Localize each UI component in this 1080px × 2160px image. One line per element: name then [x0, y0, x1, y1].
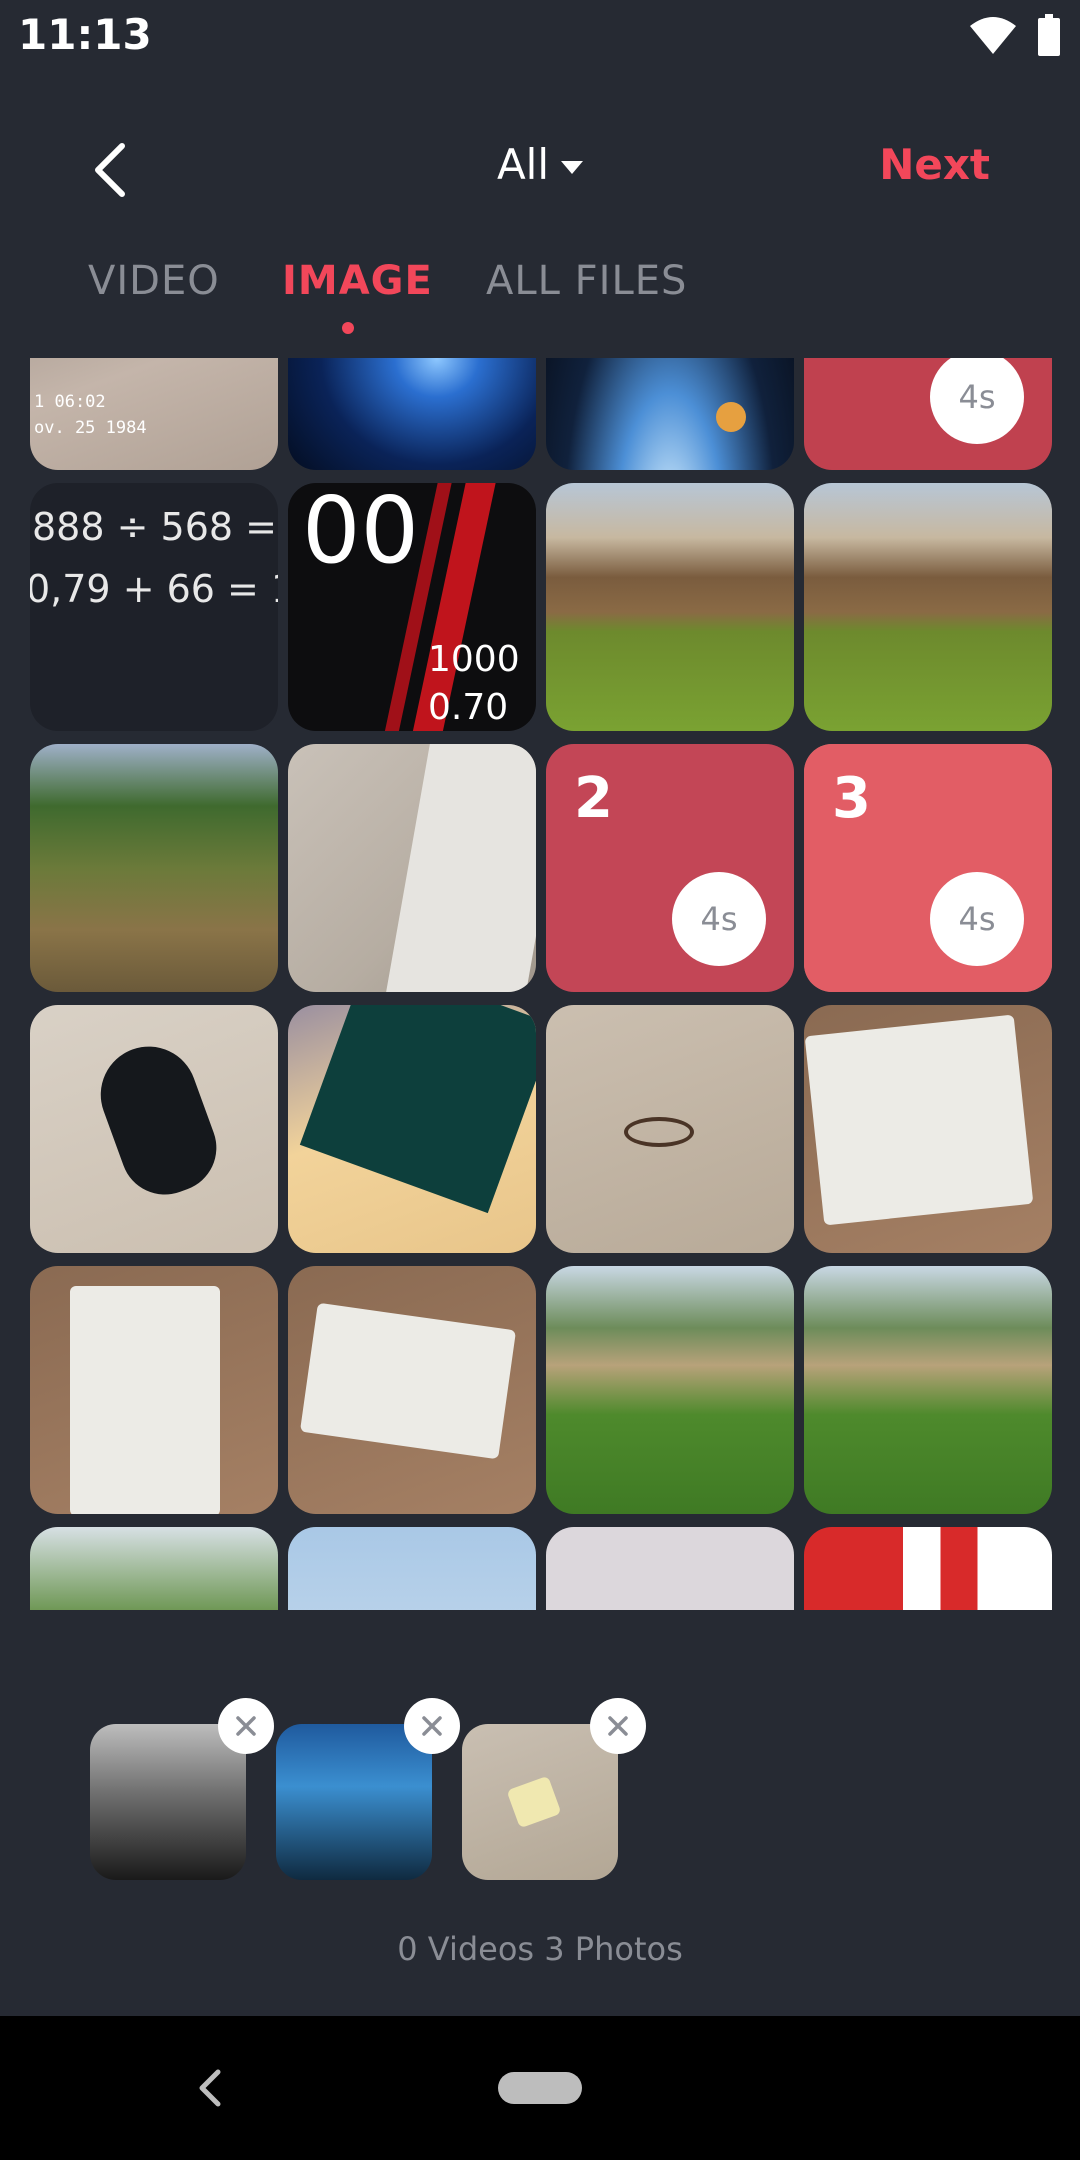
grid-item-planet[interactable]	[546, 358, 794, 470]
selection-counter: 0 Videos 3 Photos	[397, 1930, 683, 1968]
galaxy-thumbnail	[288, 358, 536, 470]
sky-thumbnail	[288, 1527, 536, 1610]
tray-item-phone[interactable]	[276, 1698, 460, 1880]
grid-item-object-video[interactable]: 3 4s	[804, 744, 1052, 992]
hillside-thumbnail	[30, 744, 278, 992]
header: All Next	[0, 110, 1080, 230]
selection-order-number: 3	[832, 766, 871, 831]
planet-thumbnail	[546, 358, 794, 470]
trees-thumbnail	[30, 1527, 278, 1610]
receipt-thumbnail	[804, 1005, 1052, 1253]
grid-item-concert-video[interactable]: 4s	[804, 358, 1052, 470]
photo-timestamp-date: ov. 25 1984	[34, 418, 147, 438]
photo-timestamp-time: 1 06:02	[34, 392, 106, 412]
grid-item-garden-2[interactable]	[804, 483, 1052, 731]
grid-item-keyboard[interactable]: 1 06:02 ov. 25 1984	[30, 358, 278, 470]
receipt-thumbnail	[30, 1266, 278, 1514]
duration-badge: 4s	[672, 872, 766, 966]
drawer-thumbnail	[288, 744, 536, 992]
tab-image[interactable]: IMAGE	[282, 258, 433, 304]
mouse-thumbnail	[30, 1005, 278, 1253]
grid-item-forest-2[interactable]	[804, 1266, 1052, 1514]
watch-big-digits: 00	[302, 483, 420, 584]
grid-item-phone-video[interactable]: 2 4s	[546, 744, 794, 992]
remove-button[interactable]	[590, 1698, 646, 1754]
red-pattern-thumbnail	[804, 1527, 1052, 1610]
tab-all-files[interactable]: ALL FILES	[486, 258, 687, 304]
object-thumb	[462, 1724, 618, 1880]
grid-item-drawer[interactable]	[288, 744, 536, 992]
selection-tray	[0, 1698, 1080, 1900]
calc-line-2: 0,79 + 66 = 1	[30, 567, 278, 611]
garden-thumbnail	[804, 483, 1052, 731]
status-bar: 11:13	[0, 0, 1080, 72]
tray-item-concert[interactable]	[90, 1698, 274, 1880]
status-time: 11:13	[18, 10, 152, 59]
watch-value-1: 1000	[428, 639, 520, 680]
media-picker-screen: 11:13 All Next VIDEO IMAGE ALL FILES 1 0…	[0, 0, 1080, 2160]
receipt-thumbnail	[288, 1266, 536, 1514]
grid-item-receipt-3[interactable]	[288, 1266, 536, 1514]
grid-item-hillside[interactable]	[30, 744, 278, 992]
media-type-tabs: VIDEO IMAGE ALL FILES	[0, 258, 1080, 338]
tray-item-object[interactable]	[462, 1698, 646, 1880]
active-tab-indicator	[342, 322, 354, 334]
grid-item-trees[interactable]	[30, 1527, 278, 1610]
grid-item-manual[interactable]	[288, 1005, 536, 1253]
cable-thumbnail	[546, 1005, 794, 1253]
remove-button[interactable]	[218, 1698, 274, 1754]
grid-item-watch-face[interactable]: 00 1000 0.70	[288, 483, 536, 731]
duration-badge: 4s	[930, 872, 1024, 966]
next-button[interactable]: Next	[879, 140, 990, 189]
remove-button[interactable]	[404, 1698, 460, 1754]
watch-value-2: 0.70	[428, 687, 509, 728]
garden-thumbnail	[546, 483, 794, 731]
close-icon	[236, 1716, 256, 1736]
grid-item-red-pattern[interactable]	[804, 1527, 1052, 1610]
grid-item-mouse[interactable]	[30, 1005, 278, 1253]
forest-thumbnail	[804, 1266, 1052, 1514]
system-nav-bar	[0, 2016, 1080, 2160]
album-label: All	[496, 140, 550, 189]
phone-thumb	[276, 1724, 432, 1880]
grid-item-cable[interactable]	[546, 1005, 794, 1253]
media-grid[interactable]: 1 06:02 ov. 25 1984 4s 888 ÷ 568 = 0,79 …	[0, 358, 1080, 1610]
grid-item-galaxy[interactable]	[288, 358, 536, 470]
battery-icon	[1038, 14, 1060, 56]
dropdown-arrow-icon	[561, 161, 584, 174]
grid-item-garden-1[interactable]	[546, 483, 794, 731]
grid-item-forest-1[interactable]	[546, 1266, 794, 1514]
concert-thumb	[90, 1724, 246, 1880]
grid-item-calculator[interactable]: 888 ÷ 568 = 0,79 + 66 = 1	[30, 483, 278, 731]
grid-item-receipt-1[interactable]	[804, 1005, 1052, 1253]
nav-home-button[interactable]	[498, 2072, 582, 2104]
forest-thumbnail	[546, 1266, 794, 1514]
grid-item-white[interactable]	[546, 1527, 794, 1610]
selection-order-number: 2	[574, 766, 613, 831]
manual-thumbnail	[288, 1005, 536, 1253]
keyboard-thumbnail	[30, 358, 278, 470]
tab-video[interactable]: VIDEO	[88, 258, 220, 304]
wifi-icon	[970, 17, 1016, 54]
grid-item-receipt-2[interactable]	[30, 1266, 278, 1514]
grid-item-sky[interactable]	[288, 1527, 536, 1610]
close-icon	[422, 1716, 442, 1736]
white-thumbnail	[546, 1527, 794, 1610]
close-icon	[608, 1716, 628, 1736]
nav-back-icon[interactable]	[190, 2062, 230, 2114]
calc-line-1: 888 ÷ 568 =	[32, 505, 277, 549]
